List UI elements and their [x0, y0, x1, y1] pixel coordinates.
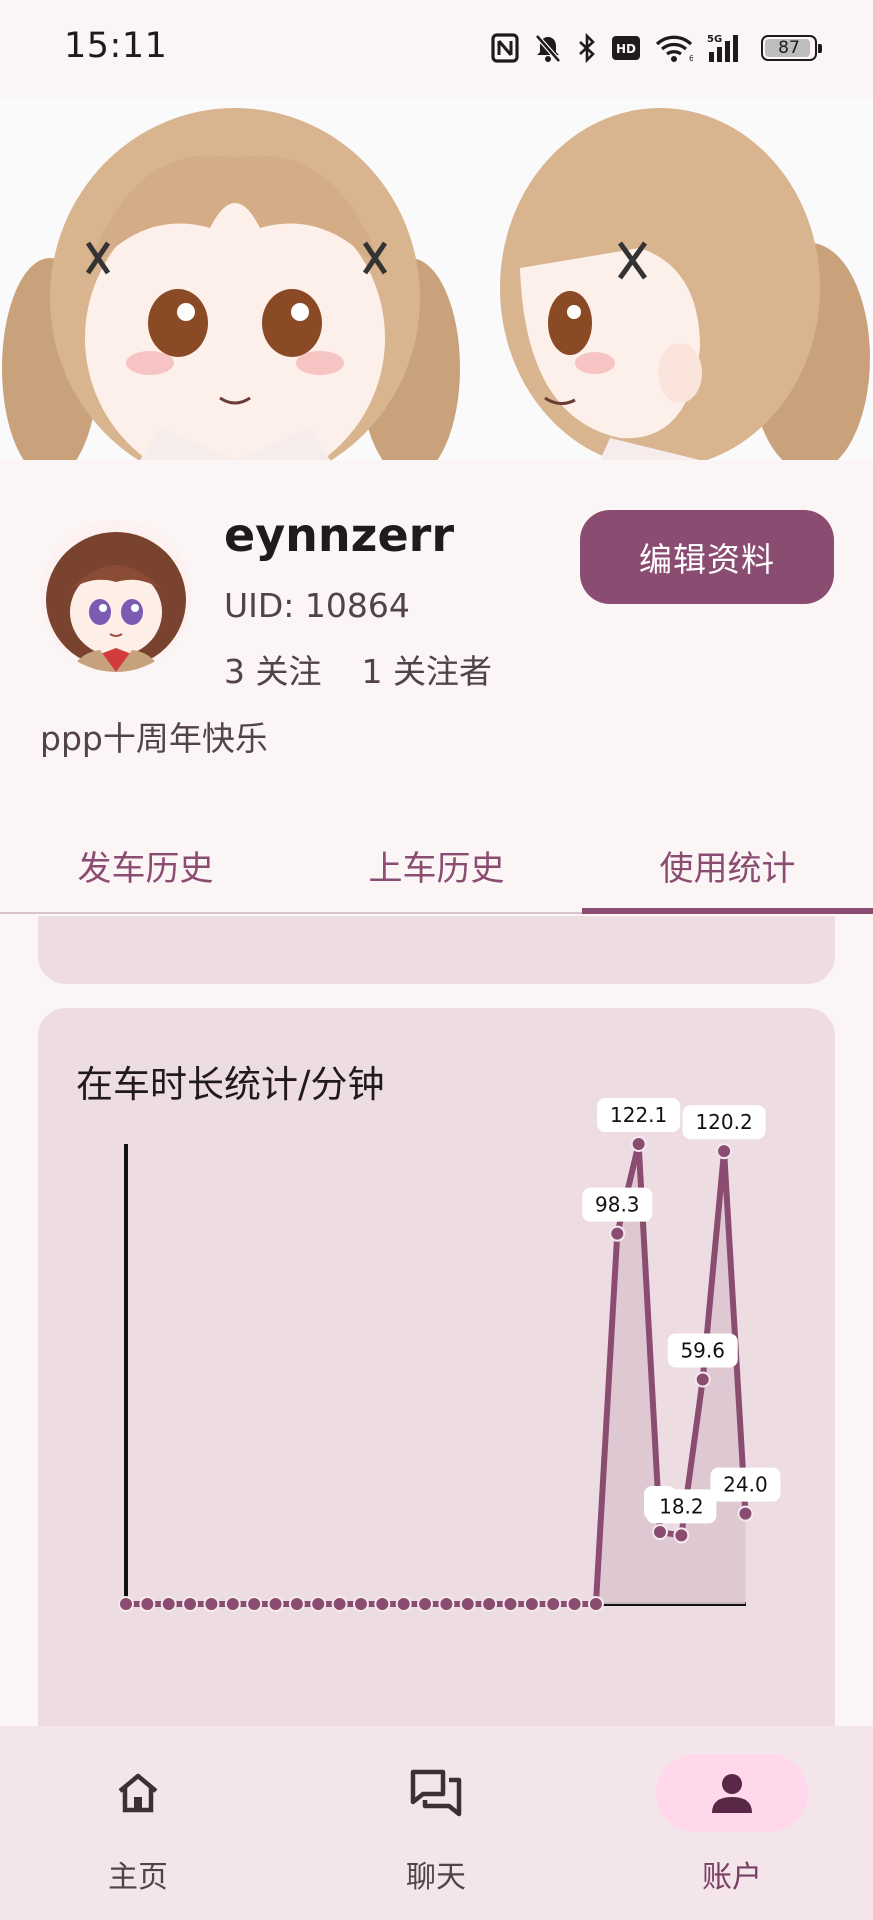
nav-account-indicator	[656, 1754, 808, 1832]
nav-home-indicator	[62, 1754, 214, 1832]
ride-duration-chart: 98.3122.1118.259.6120.224.0	[118, 1098, 781, 1612]
chart-point[interactable]	[694, 1371, 711, 1388]
status-time: 15:11	[64, 26, 168, 66]
ride-duration-chart-card: 在车时长统计/分钟 98.3122.1118.259.6120.224.0	[38, 1008, 835, 1726]
tab-join-history[interactable]: 上车历史	[291, 818, 582, 912]
account-icon	[712, 1774, 752, 1813]
chart-point[interactable]	[395, 1596, 412, 1612]
svg-text:24.0: 24.0	[723, 1473, 768, 1497]
wifi-icon: 6	[655, 35, 693, 63]
chart-point[interactable]	[224, 1596, 241, 1612]
chart-point[interactable]	[310, 1596, 327, 1612]
home-icon	[118, 1773, 158, 1813]
chart-point[interactable]	[288, 1596, 305, 1612]
chart-data-label: 18.2	[646, 1489, 717, 1524]
chart-point[interactable]	[502, 1596, 519, 1612]
chart-point[interactable]	[673, 1527, 690, 1544]
chart-point[interactable]	[652, 1524, 668, 1541]
chart-point[interactable]	[609, 1225, 626, 1242]
stats-content[interactable]: 在车时长统计/分钟 98.3122.1118.259.6120.224.0	[0, 916, 873, 1726]
svg-text:5G: 5G	[707, 34, 722, 45]
hd-icon: HD	[612, 36, 640, 60]
username: eynnzerr	[224, 508, 455, 562]
svg-text:18.2: 18.2	[659, 1494, 704, 1518]
nav-chat-indicator	[360, 1754, 512, 1832]
edit-profile-button[interactable]: 编辑资料	[580, 510, 834, 604]
bluetooth-icon	[579, 33, 595, 63]
chart-point[interactable]	[203, 1596, 220, 1612]
chart-point[interactable]	[417, 1596, 434, 1612]
svg-text:6: 6	[689, 54, 693, 63]
chart-point[interactable]	[182, 1596, 199, 1612]
followers-count[interactable]: 1 关注者	[362, 645, 493, 693]
chart-point[interactable]	[331, 1596, 348, 1612]
chart-point[interactable]	[267, 1596, 284, 1612]
svg-text:59.6: 59.6	[680, 1338, 725, 1362]
nav-home[interactable]: 主页	[58, 1754, 218, 1895]
chart-point[interactable]	[118, 1596, 134, 1612]
user-bio: ppp十周年快乐	[40, 719, 268, 758]
mute-icon	[535, 34, 561, 63]
nav-account-label: 账户	[702, 1860, 762, 1895]
svg-text:HD: HD	[616, 42, 636, 56]
profile-tabs: 发车历史 上车历史 使用统计	[0, 818, 873, 914]
chart-data-label: 59.6	[667, 1333, 738, 1368]
svg-text:120.2: 120.2	[695, 1110, 752, 1134]
battery-text: 87	[778, 38, 800, 58]
chart-point[interactable]	[545, 1596, 562, 1612]
chart-point[interactable]	[139, 1596, 156, 1612]
chart-point[interactable]	[737, 1505, 754, 1522]
chat-icon	[410, 1769, 462, 1817]
profile-banner-image	[0, 98, 873, 460]
chart-data-label: 122.1	[597, 1098, 681, 1132]
chart-point[interactable]	[459, 1596, 476, 1612]
chart-point[interactable]	[160, 1596, 177, 1612]
previous-stats-card	[38, 916, 835, 984]
chart-point[interactable]	[566, 1596, 583, 1612]
chart-point[interactable]	[716, 1143, 733, 1160]
tab-usage-stats[interactable]: 使用统计	[582, 818, 873, 914]
chart-point[interactable]	[587, 1596, 604, 1612]
chart-point[interactable]	[523, 1596, 540, 1612]
chart-data-label: 120.2	[682, 1105, 766, 1140]
user-uid: UID: 10864	[224, 586, 410, 625]
svg-text:98.3: 98.3	[595, 1193, 640, 1217]
chart-point[interactable]	[352, 1596, 369, 1612]
signal-5g-icon: 5G	[707, 34, 738, 62]
avatar[interactable]	[40, 520, 192, 672]
chart-data-label: 98.3	[582, 1187, 653, 1222]
tab-host-history[interactable]: 发车历史	[0, 818, 291, 912]
chart-point[interactable]	[438, 1596, 455, 1612]
nav-home-label: 主页	[108, 1860, 168, 1895]
following-count[interactable]: 3 关注	[224, 645, 322, 693]
status-bar: 15:11 HD 6 5G 87	[0, 0, 873, 98]
nfc-icon	[491, 33, 519, 63]
chart-point[interactable]	[374, 1596, 391, 1612]
chart-data-label: 24.0	[710, 1467, 781, 1502]
chart-point[interactable]	[630, 1136, 647, 1152]
chart-point[interactable]	[481, 1596, 498, 1612]
nav-account[interactable]: 账户	[652, 1754, 812, 1895]
bottom-navigation: 主页 聊天 账户	[0, 1726, 873, 1920]
battery-icon: 87	[761, 35, 822, 61]
status-icons: HD 6 5G 87	[491, 30, 822, 66]
nav-chat[interactable]: 聊天	[356, 1754, 516, 1895]
follow-stats: 3 关注 1 关注者	[224, 645, 492, 693]
screen: 15:11 HD 6 5G 87 eynnzerr UID: 10864 3 关…	[0, 0, 873, 1920]
svg-text:122.1: 122.1	[610, 1103, 667, 1127]
nav-chat-label: 聊天	[406, 1860, 466, 1895]
chart-point[interactable]	[246, 1596, 263, 1612]
